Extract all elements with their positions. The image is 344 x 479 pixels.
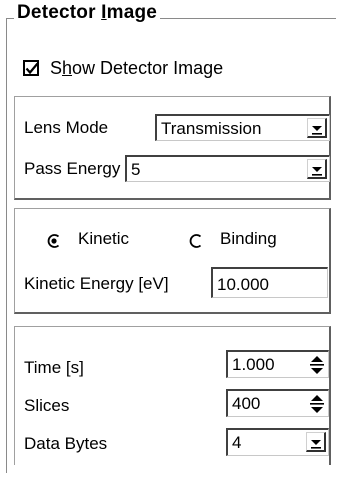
pass-energy-value: 5 [131,160,141,179]
chevron-down-icon [311,440,321,449]
kinetic-energy-value: 10.000 [217,275,269,294]
radio-selected-icon [47,234,60,248]
slices-label: Slices [24,396,70,415]
show-detector-image-checkbox[interactable] [23,60,39,76]
binding-label[interactable]: Binding [220,229,277,249]
binding-radio[interactable] [189,233,203,248]
data-bytes-label: Data Bytes [24,434,108,453]
data-bytes-value: 4 [232,433,242,452]
lens-mode-label: Lens Mode [24,118,109,137]
groupbox-title: Detector Image [14,2,161,24]
data-bytes-dropdown-button[interactable] [306,432,326,452]
time-value: 1.000 [232,355,275,374]
lens-mode-select[interactable]: Transmission [155,114,330,141]
lens-mode-dropdown-button[interactable] [307,118,327,138]
show-detector-image-label[interactable]: Show Detector Image [50,58,223,79]
kinetic-radio[interactable] [47,233,61,248]
radio-unselected-icon [189,234,202,248]
check-icon [25,62,39,75]
time-label: Time [s] [24,358,84,377]
slices-value: 400 [232,394,261,413]
lens-mode-value: Transmission [161,119,262,138]
kinetic-label[interactable]: Kinetic [78,229,129,249]
energy-panel [14,208,331,314]
slices-spinbox[interactable]: 400 [226,389,329,417]
kinetic-energy-label: Kinetic Energy [eV] [24,274,169,293]
pass-energy-dropdown-button[interactable] [307,159,327,179]
pass-energy-label: Pass Energy [24,159,121,178]
time-spinbox[interactable]: 1.000 [226,350,329,378]
kinetic-energy-input[interactable]: 10.000 [211,267,328,298]
chevron-down-icon [312,126,322,135]
lens-panel [14,96,331,200]
data-bytes-select[interactable]: 4 [226,428,329,456]
chevron-down-icon [312,167,322,176]
spin-arrows-icon[interactable] [309,393,325,415]
spin-arrows-icon[interactable] [309,354,325,376]
pass-energy-select[interactable]: 5 [125,155,330,182]
